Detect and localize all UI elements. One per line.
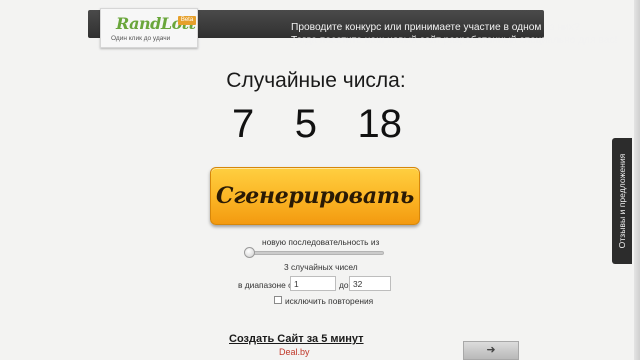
- generate-button[interactable]: Сгенерировать: [210, 167, 420, 225]
- arrow-right-icon: ➜: [486, 344, 496, 356]
- next-ad-button[interactable]: ➜: [463, 341, 519, 360]
- exclude-repeats-label[interactable]: исключить повторения: [285, 296, 373, 306]
- ad-title-link[interactable]: Создать Сайт за 5 минут: [229, 333, 364, 345]
- exclude-repeats-checkbox[interactable]: [274, 296, 282, 304]
- feedback-tab[interactable]: Отзывы и предложения: [612, 138, 632, 264]
- banner-line-1: Проводите конкурс или принимаете участие…: [291, 22, 580, 33]
- random-number: 18: [357, 102, 403, 146]
- banner-line-2: Тогда посетите наш новый сайт разработан…: [291, 34, 618, 46]
- count-label: 3 случайных чисел: [284, 262, 358, 272]
- range-to-label: до: [339, 280, 349, 290]
- random-number: 7: [232, 102, 255, 146]
- count-slider-track[interactable]: [248, 251, 384, 255]
- range-to-input[interactable]: [349, 276, 391, 291]
- random-number: 5: [294, 102, 317, 146]
- range-from-input[interactable]: [290, 276, 336, 291]
- page-title: Случайные числа:: [226, 69, 406, 92]
- banner-text[interactable]: Проводите конкурс или принимаете участие…: [291, 22, 617, 47]
- feedback-label: Отзывы и предложения: [617, 153, 627, 249]
- randlott-logo[interactable]: RandLott Beta Один клик до удачи: [100, 8, 198, 48]
- count-slider-handle[interactable]: [244, 247, 255, 258]
- range-from-label: в диапазоне от: [238, 280, 297, 290]
- ad-domain-link[interactable]: Deal.by: [279, 347, 310, 357]
- random-numbers: 7 5 18: [232, 100, 402, 148]
- window-right-edge: [634, 0, 640, 360]
- beta-badge: Beta: [178, 16, 196, 25]
- sequence-label: новую последовательность из: [262, 237, 380, 247]
- logo-tagline: Один клик до удачи: [111, 35, 171, 42]
